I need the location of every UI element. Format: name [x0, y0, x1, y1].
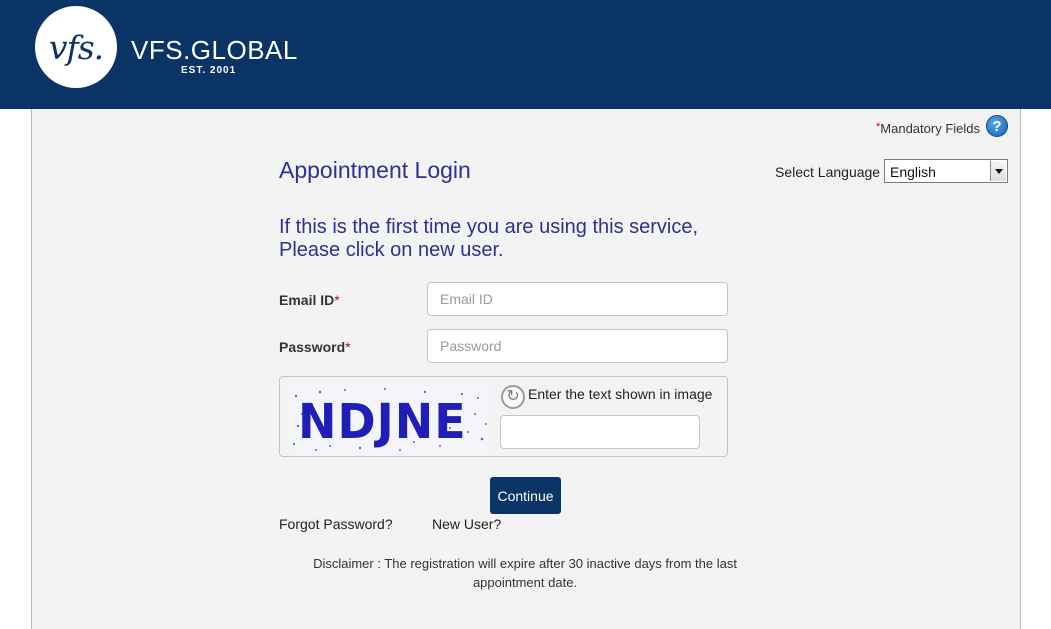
forgot-password-link[interactable]: Forgot Password?	[279, 516, 393, 532]
email-input[interactable]	[427, 282, 728, 316]
refresh-icon[interactable]: ↻	[501, 385, 525, 409]
required-star: *	[345, 339, 351, 355]
question-help-icon[interactable]: ?	[986, 115, 1008, 137]
brand-established: EST. 2001	[181, 65, 237, 76]
page-title: Appointment Login	[279, 157, 471, 183]
site-header: vfs. VFS.GLOBAL EST. 2001	[0, 0, 1051, 109]
disclaimer-line-2: appointment date.	[472, 575, 578, 590]
captcha-image: NDJNE	[290, 384, 490, 454]
info-line-2: Please click on new user.	[279, 239, 504, 261]
captcha-text: NDJNE	[298, 392, 467, 450]
chevron-down-icon[interactable]	[990, 161, 1006, 181]
login-panel	[31, 109, 1021, 629]
disclaimer-line-1: Disclaimer : The registration will expir…	[313, 556, 737, 571]
mandatory-label: Mandatory Fields	[880, 121, 980, 136]
password-label: Password*	[279, 339, 351, 355]
required-star: *	[334, 292, 340, 308]
vfs-logo[interactable]: vfs.	[35, 6, 117, 88]
language-selected-value: English	[890, 164, 936, 180]
brand-name: VFS.GLOBAL	[131, 35, 298, 65]
captcha-input[interactable]	[500, 415, 700, 449]
password-input[interactable]	[427, 329, 728, 363]
password-label-text: Password	[279, 339, 346, 355]
email-label-text: Email ID	[279, 292, 335, 308]
language-select[interactable]: English	[884, 159, 1008, 183]
logo-mark: vfs.	[48, 27, 104, 67]
disclaimer: Disclaimer : The registration will expir…	[300, 554, 750, 592]
continue-button[interactable]: Continue	[490, 477, 561, 514]
info-line-1: If this is the first time you are using …	[279, 216, 699, 238]
mandatory-note: *Mandatory Fields	[876, 121, 980, 136]
new-user-link[interactable]: New User?	[432, 516, 501, 532]
captcha-label: Enter the text shown in image	[528, 386, 713, 402]
new-user-info: If this is the first time you are using …	[279, 216, 749, 262]
language-label: Select Language :	[775, 164, 888, 180]
email-label: Email ID*	[279, 292, 340, 308]
